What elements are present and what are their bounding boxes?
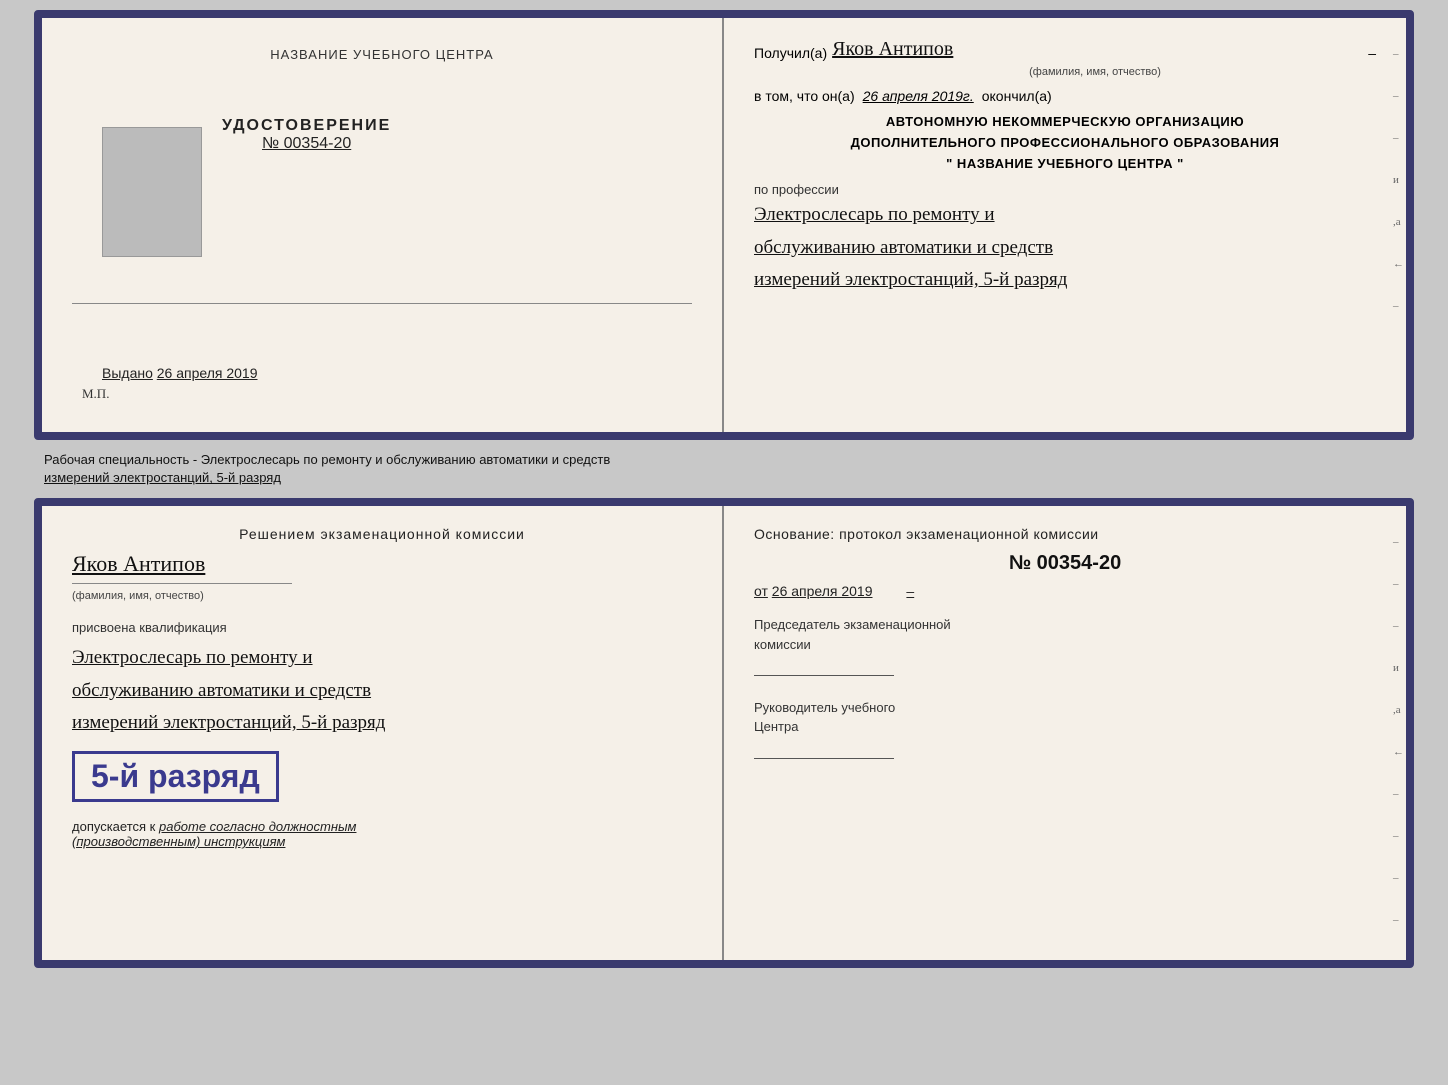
protocol-number: № 00354-20: [754, 552, 1376, 575]
top-document: НАЗВАНИЕ УЧЕБНОГО ЦЕНТРА УДОСТОВЕРЕНИЕ №…: [34, 10, 1414, 440]
received-line: Получил(а) Яков Антипов –: [754, 38, 1376, 61]
chairman-block: Председатель экзаменационной комиссии: [754, 615, 1376, 682]
cert-title: УДОСТОВЕРЕНИЕ: [222, 117, 391, 135]
top-right-panel: Получил(а) Яков Антипов – (фамилия, имя,…: [724, 18, 1406, 432]
assigned-qual: присвоена квалификация: [72, 620, 227, 635]
director-sig-line: [754, 747, 894, 759]
issued-date: 26 апреля 2019: [157, 365, 258, 381]
separator-label: Рабочая специальность - Электрослесарь п…: [34, 448, 1414, 490]
cert-title-block: УДОСТОВЕРЕНИЕ № 00354-20: [222, 117, 391, 153]
bottom-left-panel: Решением экзаменационной комиссии Яков А…: [42, 506, 724, 960]
allowed-text: допускается к работе согласно должностны…: [72, 819, 356, 849]
grade-badge: 5-й разряд: [72, 751, 279, 802]
confirms-date: 26 апреля 2019г.: [863, 88, 974, 104]
top-left-panel: НАЗВАНИЕ УЧЕБНОГО ЦЕНТРА УДОСТОВЕРЕНИЕ №…: [42, 18, 724, 432]
fio-hint-bottom: (фамилия, имя, отчество): [72, 590, 204, 602]
protocol-date: от 26 апреля 2019 –: [754, 583, 1376, 599]
profession-handwritten: Электрослесарь по ремонту и обслуживанию…: [754, 199, 1376, 296]
school-name-top: НАЗВАНИЕ УЧЕБНОГО ЦЕНТРА: [270, 47, 493, 62]
qual-handwritten: Электрослесарь по ремонту и обслуживанию…: [72, 642, 385, 739]
received-name: Яков Антипов: [832, 38, 1363, 61]
bottom-document: Решением экзаменационной комиссии Яков А…: [34, 498, 1414, 968]
protocol-date-value: 26 апреля 2019: [772, 583, 873, 599]
chairman-sig-line: [754, 664, 894, 676]
right-edge-marks-bottom: – – – и ,а ← – – – –: [1393, 536, 1404, 926]
person-name-bottom: Яков Антипов: [72, 551, 205, 577]
bottom-right-panel: Основание: протокол экзаменационной коми…: [724, 506, 1406, 960]
director-block: Руководитель учебного Центра: [754, 698, 1376, 765]
right-edge-marks: – – – и ,а ← –: [1393, 48, 1404, 312]
cert-number: № 00354-20: [222, 135, 391, 153]
cert-mp: М.П.: [82, 386, 109, 402]
fio-hint-top: (фамилия, имя, отчество): [814, 66, 1376, 78]
cert-photo: [102, 127, 202, 257]
profession-label: по профессии: [754, 182, 1376, 197]
cert-issued: Выдано 26 апреля 2019: [102, 365, 258, 381]
decision-text: Решением экзаменационной комиссии: [72, 526, 692, 542]
basis-text: Основание: протокол экзаменационной коми…: [754, 526, 1376, 542]
org-block: АВТОНОМНУЮ НЕКОММЕРЧЕСКУЮ ОРГАНИЗАЦИЮ ДО…: [754, 112, 1376, 174]
confirms-line: в том, что он(а) 26 апреля 2019г. окончи…: [754, 88, 1376, 104]
